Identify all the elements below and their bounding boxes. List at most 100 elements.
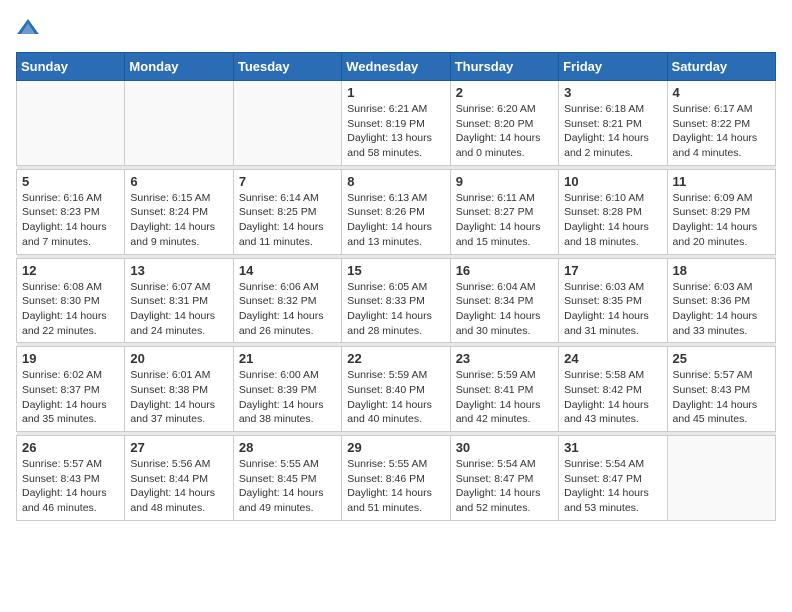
day-info: Sunrise: 6:06 AMSunset: 8:32 PMDaylight:… xyxy=(239,280,336,339)
day-number: 20 xyxy=(130,351,227,366)
calendar-body: 1 Sunrise: 6:21 AMSunset: 8:19 PMDaylight… xyxy=(17,81,776,521)
calendar-day-header: Friday xyxy=(559,53,667,81)
day-info: Sunrise: 6:18 AMSunset: 8:21 PMDaylight:… xyxy=(564,102,661,161)
calendar-day-cell: 4Sunrise: 6:17 AMSunset: 8:22 PMDaylight… xyxy=(667,81,775,166)
calendar-day-header: Saturday xyxy=(667,53,775,81)
day-number: 18 xyxy=(673,263,770,278)
calendar-week-row: 5 Sunrise: 6:16 AMSunset: 8:23 PMDaylight… xyxy=(17,169,776,254)
day-info: Sunrise: 6:00 AMSunset: 8:39 PMDaylight:… xyxy=(239,368,336,427)
day-info: Sunrise: 6:01 AMSunset: 8:38 PMDaylight:… xyxy=(130,368,227,427)
calendar-day-cell: 5 Sunrise: 6:16 AMSunset: 8:23 PMDaylight… xyxy=(17,169,125,254)
calendar-day-cell: 7 Sunrise: 6:14 AMSunset: 8:25 PMDaylight… xyxy=(233,169,341,254)
calendar-day-cell: 12 Sunrise: 6:08 AMSunset: 8:30 PMDayligh… xyxy=(17,258,125,343)
calendar-day-cell: 10 Sunrise: 6:10 AMSunset: 8:28 PMDayligh… xyxy=(559,169,667,254)
day-info: Sunrise: 5:59 AMSunset: 8:41 PMDaylight:… xyxy=(456,368,553,427)
calendar-day-cell: 27Sunrise: 5:56 AMSunset: 8:44 PMDayligh… xyxy=(125,436,233,521)
day-number: 16 xyxy=(456,263,553,278)
day-number: 12 xyxy=(22,263,119,278)
calendar-day-cell: 30 Sunrise: 5:54 AMSunset: 8:47 PMDayligh… xyxy=(450,436,558,521)
day-info: Sunrise: 6:16 AMSunset: 8:23 PMDaylight:… xyxy=(22,191,119,250)
calendar-day-cell: 16Sunrise: 6:04 AMSunset: 8:34 PMDayligh… xyxy=(450,258,558,343)
calendar-day-cell xyxy=(17,81,125,166)
day-number: 26 xyxy=(22,440,119,455)
day-info: Sunrise: 6:07 AMSunset: 8:31 PMDaylight:… xyxy=(130,280,227,339)
calendar-day-cell: 6 Sunrise: 6:15 AMSunset: 8:24 PMDaylight… xyxy=(125,169,233,254)
day-info: Sunrise: 5:58 AMSunset: 8:42 PMDaylight:… xyxy=(564,368,661,427)
day-info: Sunrise: 6:08 AMSunset: 8:30 PMDaylight:… xyxy=(22,280,119,339)
day-number: 1 xyxy=(347,85,444,100)
day-number: 31 xyxy=(564,440,661,455)
day-info: Sunrise: 6:11 AMSunset: 8:27 PMDaylight:… xyxy=(456,191,553,250)
day-number: 5 xyxy=(22,174,119,189)
day-number: 8 xyxy=(347,174,444,189)
day-info: Sunrise: 6:20 AMSunset: 8:20 PMDaylight:… xyxy=(456,102,553,161)
calendar-day-cell: 9Sunrise: 6:11 AMSunset: 8:27 PMDaylight… xyxy=(450,169,558,254)
day-number: 23 xyxy=(456,351,553,366)
calendar-day-cell: 22 Sunrise: 5:59 AMSunset: 8:40 PMDayligh… xyxy=(342,347,450,432)
day-info: Sunrise: 6:05 AMSunset: 8:33 PMDaylight:… xyxy=(347,280,444,339)
calendar-day-header: Tuesday xyxy=(233,53,341,81)
calendar-day-cell: 29 Sunrise: 5:55 AMSunset: 8:46 PMDayligh… xyxy=(342,436,450,521)
day-info: Sunrise: 5:56 AMSunset: 8:44 PMDaylight:… xyxy=(130,457,227,516)
day-number: 22 xyxy=(347,351,444,366)
calendar-week-row: 1 Sunrise: 6:21 AMSunset: 8:19 PMDaylight… xyxy=(17,81,776,166)
calendar-day-cell: 13 Sunrise: 6:07 AMSunset: 8:31 PMDayligh… xyxy=(125,258,233,343)
day-number: 29 xyxy=(347,440,444,455)
calendar-day-header: Thursday xyxy=(450,53,558,81)
calendar-day-cell: 3 Sunrise: 6:18 AMSunset: 8:21 PMDaylight… xyxy=(559,81,667,166)
calendar-day-cell: 1 Sunrise: 6:21 AMSunset: 8:19 PMDaylight… xyxy=(342,81,450,166)
day-number: 10 xyxy=(564,174,661,189)
day-number: 21 xyxy=(239,351,336,366)
calendar-day-header: Monday xyxy=(125,53,233,81)
logo xyxy=(16,16,44,40)
calendar-day-cell: 2 Sunrise: 6:20 AMSunset: 8:20 PMDaylight… xyxy=(450,81,558,166)
page-header xyxy=(16,16,776,40)
calendar-table: SundayMondayTuesdayWednesdayThursdayFrid… xyxy=(16,52,776,521)
day-number: 25 xyxy=(673,351,770,366)
day-info: Sunrise: 5:57 AMSunset: 8:43 PMDaylight:… xyxy=(22,457,119,516)
day-info: Sunrise: 6:03 AMSunset: 8:35 PMDaylight:… xyxy=(564,280,661,339)
day-number: 24 xyxy=(564,351,661,366)
calendar-day-cell: 18Sunrise: 6:03 AMSunset: 8:36 PMDayligh… xyxy=(667,258,775,343)
day-info: Sunrise: 5:55 AMSunset: 8:46 PMDaylight:… xyxy=(347,457,444,516)
calendar-day-header: Wednesday xyxy=(342,53,450,81)
calendar-day-cell: 23 Sunrise: 5:59 AMSunset: 8:41 PMDayligh… xyxy=(450,347,558,432)
day-info: Sunrise: 5:54 AMSunset: 8:47 PMDaylight:… xyxy=(564,457,661,516)
day-info: Sunrise: 6:10 AMSunset: 8:28 PMDaylight:… xyxy=(564,191,661,250)
day-info: Sunrise: 6:21 AMSunset: 8:19 PMDaylight:… xyxy=(347,102,444,161)
day-number: 2 xyxy=(456,85,553,100)
calendar-day-cell: 31 Sunrise: 5:54 AMSunset: 8:47 PMDayligh… xyxy=(559,436,667,521)
day-info: Sunrise: 6:14 AMSunset: 8:25 PMDaylight:… xyxy=(239,191,336,250)
calendar-day-cell: 21 Sunrise: 6:00 AMSunset: 8:39 PMDayligh… xyxy=(233,347,341,432)
day-info: Sunrise: 6:02 AMSunset: 8:37 PMDaylight:… xyxy=(22,368,119,427)
calendar-day-cell: 26 Sunrise: 5:57 AMSunset: 8:43 PMDayligh… xyxy=(17,436,125,521)
day-number: 6 xyxy=(130,174,227,189)
calendar-day-cell xyxy=(125,81,233,166)
day-number: 14 xyxy=(239,263,336,278)
day-number: 17 xyxy=(564,263,661,278)
calendar-week-row: 19 Sunrise: 6:02 AMSunset: 8:37 PMDayligh… xyxy=(17,347,776,432)
calendar-day-cell: 15Sunrise: 6:05 AMSunset: 8:33 PMDayligh… xyxy=(342,258,450,343)
day-number: 11 xyxy=(673,174,770,189)
calendar-week-row: 26 Sunrise: 5:57 AMSunset: 8:43 PMDayligh… xyxy=(17,436,776,521)
calendar-day-header: Sunday xyxy=(17,53,125,81)
calendar-week-row: 12 Sunrise: 6:08 AMSunset: 8:30 PMDayligh… xyxy=(17,258,776,343)
day-info: Sunrise: 5:59 AMSunset: 8:40 PMDaylight:… xyxy=(347,368,444,427)
calendar-day-cell: 28Sunrise: 5:55 AMSunset: 8:45 PMDayligh… xyxy=(233,436,341,521)
day-info: Sunrise: 6:13 AMSunset: 8:26 PMDaylight:… xyxy=(347,191,444,250)
day-info: Sunrise: 6:15 AMSunset: 8:24 PMDaylight:… xyxy=(130,191,227,250)
day-number: 19 xyxy=(22,351,119,366)
calendar-header-row: SundayMondayTuesdayWednesdayThursdayFrid… xyxy=(17,53,776,81)
day-number: 7 xyxy=(239,174,336,189)
day-info: Sunrise: 5:57 AMSunset: 8:43 PMDaylight:… xyxy=(673,368,770,427)
day-number: 4 xyxy=(673,85,770,100)
calendar-day-cell xyxy=(667,436,775,521)
day-number: 28 xyxy=(239,440,336,455)
logo-icon xyxy=(16,16,40,40)
day-number: 13 xyxy=(130,263,227,278)
day-number: 30 xyxy=(456,440,553,455)
calendar-day-cell: 8 Sunrise: 6:13 AMSunset: 8:26 PMDaylight… xyxy=(342,169,450,254)
day-number: 3 xyxy=(564,85,661,100)
day-info: Sunrise: 6:09 AMSunset: 8:29 PMDaylight:… xyxy=(673,191,770,250)
day-info: Sunrise: 5:54 AMSunset: 8:47 PMDaylight:… xyxy=(456,457,553,516)
